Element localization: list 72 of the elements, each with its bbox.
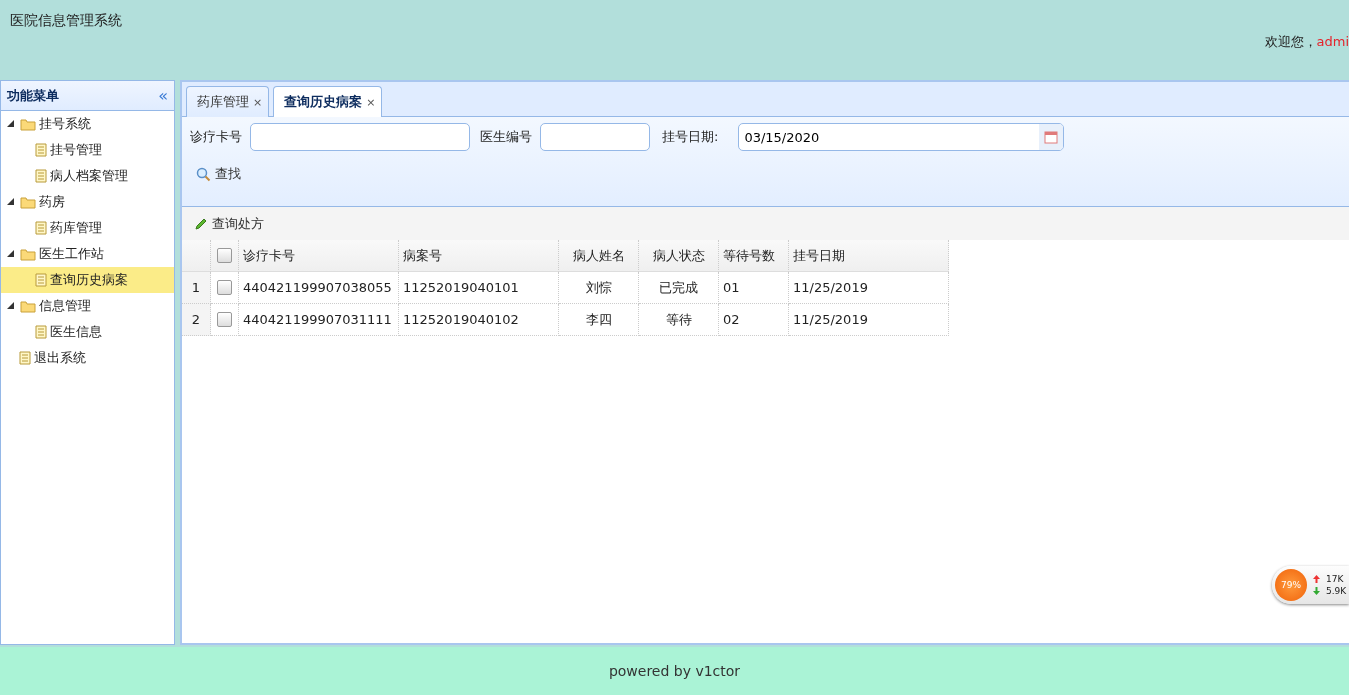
- expanded-arrow-icon[interactable]: [7, 301, 14, 309]
- table-cell: 11/25/2019: [789, 272, 949, 304]
- tree-item[interactable]: 病人档案管理: [1, 163, 174, 189]
- table-cell: 等待: [639, 304, 719, 336]
- table-cell: 02: [719, 304, 789, 336]
- tree-item[interactable]: 查询历史病案: [1, 267, 174, 293]
- table-cell: 440421199907031111: [239, 304, 399, 336]
- table-cell: 11252019040102: [399, 304, 559, 336]
- up-arrow-icon: [1313, 575, 1320, 583]
- date-field[interactable]: 03/15/2020: [738, 123, 1065, 151]
- welcome-text: 欢迎您，admi: [1264, 33, 1349, 51]
- row-number: 1: [182, 272, 211, 304]
- expanded-arrow-icon[interactable]: [7, 249, 14, 257]
- table-cell: 11252019040101: [399, 272, 559, 304]
- down-arrow-icon: [1313, 587, 1320, 595]
- tree-item[interactable]: 药库管理: [1, 215, 174, 241]
- prescription-button[interactable]: 查询处方: [188, 210, 270, 237]
- table-cell: 440421199907038055: [239, 272, 399, 304]
- checkbox[interactable]: [217, 248, 232, 263]
- collapse-button[interactable]: «: [158, 86, 168, 105]
- tree-item[interactable]: 挂号系统: [1, 111, 174, 137]
- folder-icon: [20, 195, 36, 209]
- input-field[interactable]: [540, 123, 650, 151]
- tree-item[interactable]: 医生工作站: [1, 241, 174, 267]
- search-button[interactable]: 查找: [190, 161, 247, 187]
- input-field[interactable]: [250, 123, 470, 151]
- column-header[interactable]: 挂号日期: [789, 240, 949, 272]
- expanded-arrow-icon[interactable]: [7, 197, 14, 205]
- tree-item[interactable]: 药房: [1, 189, 174, 215]
- field-label: 医生编号: [480, 128, 532, 146]
- folder-icon: [20, 299, 36, 313]
- document-icon: [35, 325, 47, 339]
- upload-rate: 17K: [1326, 573, 1345, 585]
- close-icon[interactable]: ×: [253, 95, 263, 109]
- pencil-icon: [194, 216, 208, 231]
- tree-item[interactable]: 信息管理: [1, 293, 174, 319]
- sidebar-title: 功能菜单: [7, 86, 59, 105]
- row-number: 2: [182, 304, 211, 336]
- column-header[interactable]: 病人姓名: [559, 240, 639, 272]
- table-cell: 01: [719, 272, 789, 304]
- column-header[interactable]: 病人状态: [639, 240, 719, 272]
- tree-item[interactable]: 医生信息: [1, 319, 174, 345]
- calendar-icon[interactable]: [1044, 130, 1059, 144]
- tree-item[interactable]: 挂号管理: [1, 137, 174, 163]
- search-icon: [196, 166, 211, 182]
- document-icon: [35, 143, 47, 157]
- field-label: 挂号日期:: [662, 128, 719, 146]
- document-icon: [19, 351, 31, 365]
- footer-text: powered by v1ctor: [608, 663, 741, 679]
- folder-icon: [20, 117, 36, 131]
- checkbox[interactable]: [217, 312, 232, 327]
- percent-badge: 79%: [1275, 569, 1307, 601]
- tree-item[interactable]: 退出系统: [1, 345, 174, 371]
- column-header[interactable]: 等待号数: [719, 240, 789, 272]
- tab[interactable]: 查询历史病案 ×: [273, 86, 383, 117]
- table-cell: 11/25/2019: [789, 304, 949, 336]
- expanded-arrow-icon[interactable]: [7, 119, 14, 127]
- table-cell: 李四: [559, 304, 639, 336]
- field-label: 诊疗卡号: [190, 128, 242, 146]
- table-cell: 刘悰: [559, 272, 639, 304]
- document-icon: [35, 273, 47, 287]
- folder-icon: [20, 247, 36, 261]
- tab[interactable]: 药库管理 ×: [186, 86, 270, 117]
- app-title: 医院信息管理系统: [10, 12, 122, 30]
- table-cell: 已完成: [639, 272, 719, 304]
- document-icon: [35, 169, 47, 183]
- column-header[interactable]: 诊疗卡号: [239, 240, 399, 272]
- column-header[interactable]: 病案号: [399, 240, 559, 272]
- document-icon: [35, 221, 47, 235]
- checkbox[interactable]: [217, 280, 232, 295]
- download-rate: 5.9K: [1326, 585, 1347, 597]
- close-icon[interactable]: ×: [366, 95, 376, 109]
